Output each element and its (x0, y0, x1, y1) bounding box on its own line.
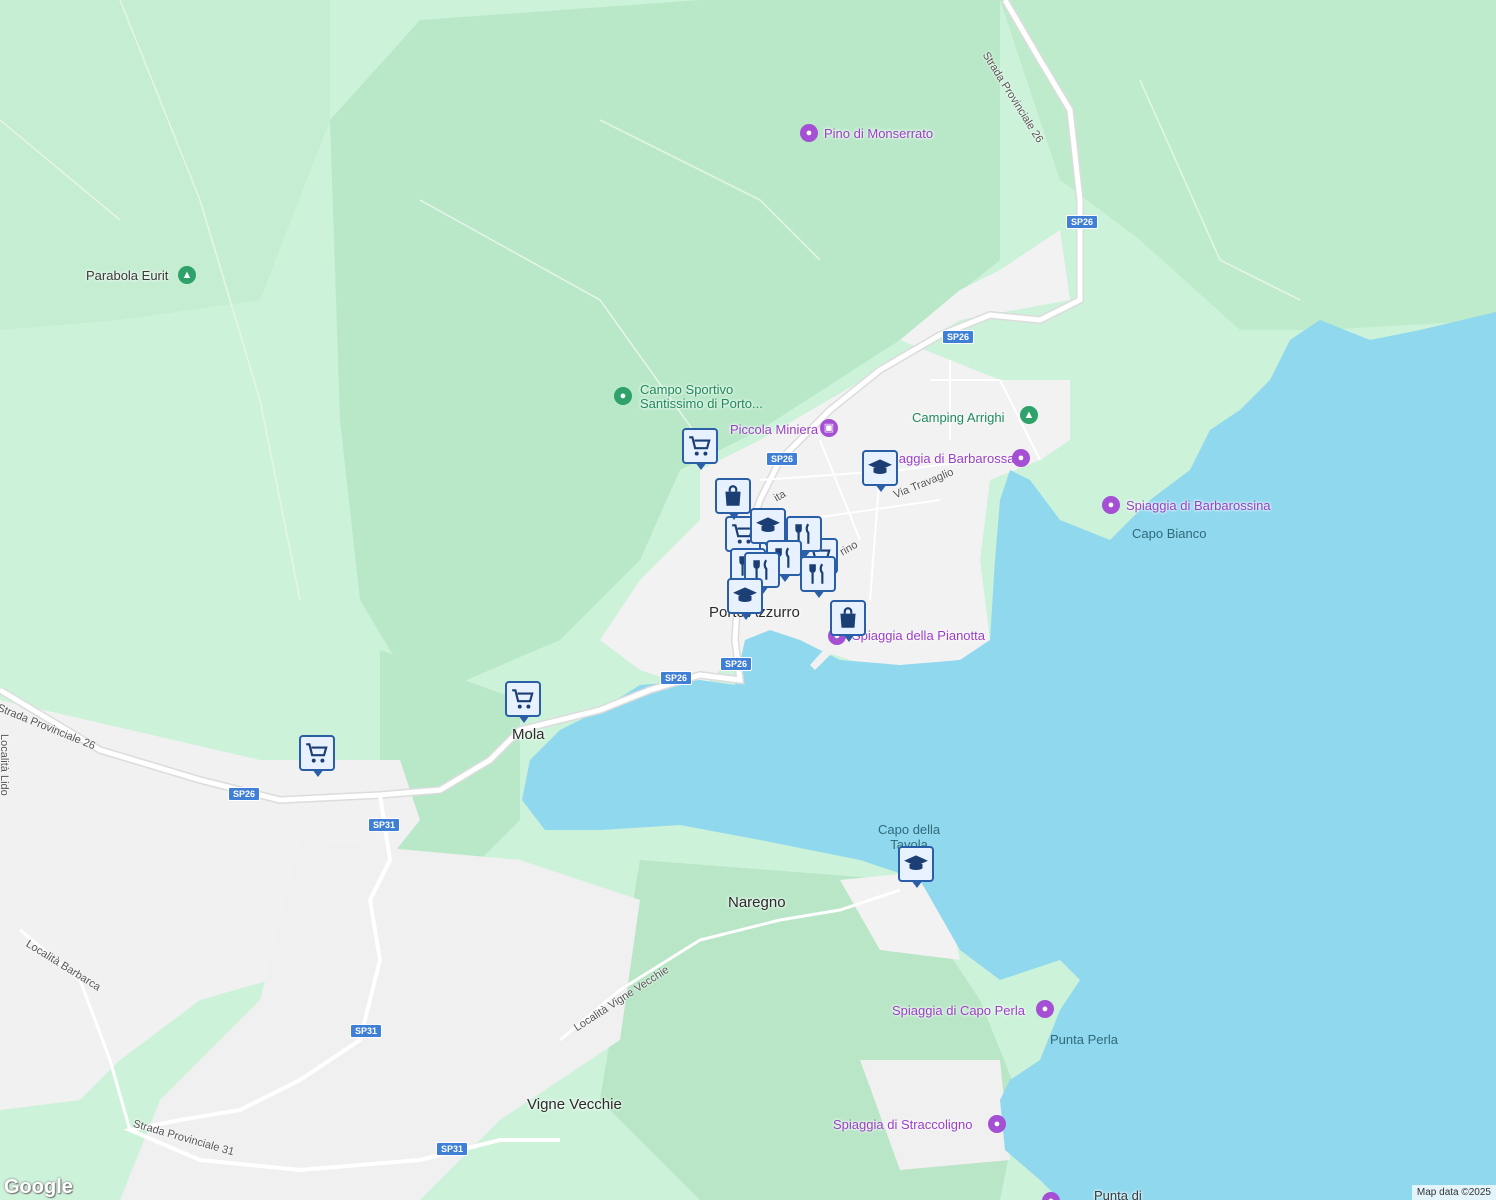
camera-icon[interactable]: ● (1036, 1000, 1054, 1018)
camping-icon[interactable]: ▲ (1020, 406, 1038, 424)
road-shield-sp26: SP26 (1066, 215, 1099, 229)
road-shield-sp31: SP31 (350, 1024, 383, 1038)
marker-restaurant[interactable] (800, 556, 836, 598)
road-shield-sp26: SP26 (766, 452, 799, 466)
sports-icon[interactable]: ● (614, 387, 632, 405)
marker-shopping-cart[interactable] (299, 735, 335, 777)
marker-shopping-bag[interactable] (830, 600, 866, 642)
poi-label-piccola-miniera[interactable]: Piccola Miniera (730, 422, 818, 437)
tree-icon[interactable]: ▲ (178, 266, 196, 284)
poi-label-pino-di-monserrato[interactable]: Pino di Monserrato (824, 126, 933, 141)
road-shield-sp31: SP31 (368, 818, 401, 832)
coast-label-punta-perla: Punta Perla (1050, 1032, 1118, 1047)
poi-label-spiaggia-di-barbarossina[interactable]: Spiaggia di Barbarossina (1126, 498, 1271, 513)
poi-label-spiaggia-di-straccoligno[interactable]: Spiaggia di Straccoligno (833, 1117, 972, 1132)
road-shield-sp26: SP26 (720, 657, 753, 671)
street-label-localita-lido: Località Lido (0, 734, 10, 796)
museum-icon[interactable]: ▣ (820, 419, 838, 437)
shopping-bag-icon (840, 607, 856, 628)
poi-label-spiaggia-di-capo-perla[interactable]: Spiaggia di Capo Perla (892, 1003, 1025, 1018)
coast-label-capo-bianco: Capo Bianco (1132, 526, 1207, 541)
poi-label-parabola-eurit[interactable]: Parabola Eurit (86, 268, 168, 283)
restaurant-icon (809, 563, 824, 584)
camera-icon[interactable]: ● (800, 124, 818, 142)
school-icon (868, 459, 892, 474)
shopping-bag-icon (725, 485, 741, 506)
camera-icon[interactable]: ● (988, 1115, 1006, 1133)
place-label-mola[interactable]: Mola (512, 726, 545, 743)
marker-school[interactable] (862, 450, 898, 492)
poi-label-camping-arrighi[interactable]: Camping Arrighi (912, 410, 1005, 425)
school-icon (904, 855, 928, 870)
marker-school[interactable] (727, 578, 763, 620)
road-shield-sp26: SP26 (228, 787, 261, 801)
shopping-cart-icon (689, 436, 711, 456)
google-logo: Google (4, 1176, 73, 1198)
map-canvas[interactable]: SP26 SP26 SP26 SP26 SP26 SP26 SP31 SP31 … (0, 0, 1496, 1200)
marker-shopping-cart[interactable] (682, 428, 718, 470)
road-shield-sp26: SP26 (660, 671, 693, 685)
poi-label-campo-sportivo[interactable]: Campo Sportivo Santissimo di Porto... (640, 383, 763, 411)
map-attribution[interactable]: Map data ©2025 (1411, 1185, 1496, 1200)
shopping-cart-icon (512, 689, 534, 709)
marker-shopping-bag[interactable] (715, 478, 751, 520)
poi-label-punta-di[interactable]: Punta di (1094, 1188, 1142, 1200)
marker-shopping-cart[interactable] (505, 681, 541, 723)
road-shield-sp31: SP31 (436, 1142, 469, 1156)
camera-icon[interactable]: ● (1102, 496, 1120, 514)
marker-school[interactable] (898, 846, 934, 888)
shopping-cart-icon (306, 743, 328, 763)
place-label-naregno[interactable]: Naregno (728, 894, 786, 911)
road-shield-sp26: SP26 (942, 330, 975, 344)
poi-label-spiaggia-di-barbarossa[interactable]: Spiaggia di Barbarossa (880, 451, 1014, 466)
school-icon (756, 517, 780, 532)
marker-school[interactable] (750, 508, 786, 550)
place-label-vigne-vecchie[interactable]: Vigne Vecchie (527, 1096, 622, 1113)
camera-icon[interactable]: ● (1012, 449, 1030, 467)
poi-label-spiaggia-della-pianotta[interactable]: Spiaggia della Pianotta (852, 628, 985, 643)
school-icon (733, 587, 757, 602)
